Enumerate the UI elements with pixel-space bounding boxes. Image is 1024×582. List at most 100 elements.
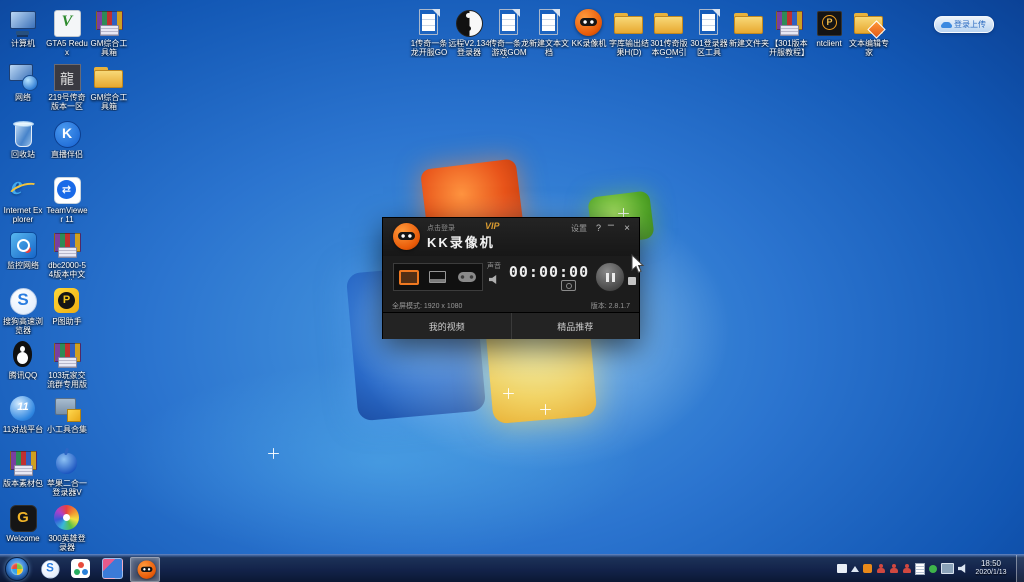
desktop-icon-sogou-browser[interactable]: 搜狗高速浏览器 [2, 286, 44, 335]
close-button[interactable]: × [624, 223, 630, 234]
screenshot-camera-button[interactable] [561, 280, 576, 291]
desktop-icon-computer[interactable]: 计算机 [2, 8, 44, 48]
volume-tray-icon[interactable] [958, 564, 968, 573]
desktop-icon-dbc2000-rar[interactable]: dbc2000-54版本中文汉化 [46, 230, 88, 280]
desktop-icon-legend-gom-1[interactable]: 1传奇一条龙开服GOM… [408, 8, 450, 58]
desktop-icon-gm-toolbox-folder[interactable]: GM综合工具箱 [88, 62, 130, 111]
taskbar-app-kk-recorder[interactable] [130, 557, 160, 582]
teamviewer-icon [50, 175, 84, 205]
icon-label: 苹果二合一登录器V [46, 479, 88, 497]
settings-button[interactable]: 设置 [571, 223, 587, 234]
icon-label: 腾讯QQ [2, 371, 44, 380]
desktop-icon-toolbox[interactable]: 小工具合集 [46, 394, 88, 434]
icon-label: 新建文本文档 [528, 39, 570, 57]
user-tray-icon[interactable] [889, 564, 898, 574]
system-tray [837, 555, 968, 582]
taskbar-app-game-lobby[interactable] [66, 557, 94, 580]
desktop-icon-legend-gom-2[interactable]: 传奇一条龙游戏GOM引… [488, 8, 530, 58]
version-label: 版本: 2.8.1.7 [591, 301, 630, 311]
desktop-icon-11-platform[interactable]: 11对战平台 [2, 394, 44, 434]
desktop-icon-103-group-rar[interactable]: 103玩家交流群专用版本 [46, 340, 88, 390]
user-tray-icon[interactable] [876, 564, 885, 574]
blue-apple-icon [50, 448, 84, 478]
fullscreen-mode-button[interactable] [394, 264, 423, 290]
recommend-button[interactable]: 精品推荐 [511, 313, 640, 339]
k-live-icon [50, 119, 84, 149]
desktop-icon-new-folder[interactable]: 新建文件夹 [728, 8, 770, 48]
icon-label: 文本编辑专家 [848, 39, 890, 57]
desktop-icon-text-editor-folder[interactable]: 文本编辑专家 [848, 8, 890, 57]
icon-label: 计算机 [2, 39, 44, 48]
desktop-icon-output-folder[interactable]: 字库输出结果H(D) [608, 8, 650, 57]
desktop-icon-gta5[interactable]: GTA5 Redux [46, 8, 88, 57]
desktop-icon-teamviewer[interactable]: TeamViewer 11 [46, 175, 88, 224]
help-button[interactable]: ? [596, 223, 601, 233]
minimize-button[interactable]: – [608, 219, 614, 231]
desktop-icon-live-assistant[interactable]: 直播伴侣 [46, 119, 88, 159]
desktop-icon-v2134-launcher[interactable]: 远程V2.134登录器 [448, 8, 490, 57]
show-desktop-button[interactable] [1016, 555, 1024, 582]
icon-label: GM综合工具箱 [88, 39, 130, 57]
desktop-icon-apple-launcher[interactable]: 苹果二合一登录器V [46, 448, 88, 497]
network-tray-icon[interactable] [941, 563, 954, 574]
recycle-bin-icon [6, 119, 40, 149]
icon-label: 监控网络 [2, 261, 44, 270]
record-pause-button[interactable] [595, 262, 625, 292]
desktop-icon-301-version-folder[interactable]: 301传奇版本GOM引擎 [648, 8, 690, 58]
document-tray-icon[interactable] [915, 563, 925, 575]
desktop-icon-network[interactable]: 网络 [2, 62, 44, 102]
bottom-tabs: 我的视频 精品推荐 [383, 312, 639, 339]
app-black-icon [812, 8, 846, 38]
paint-app-icon [102, 558, 123, 579]
icon-label: 219号传奇版本一区 [46, 93, 88, 111]
game-mode-button[interactable] [453, 264, 482, 290]
icon-label: 回收站 [2, 150, 44, 159]
taskbar-app-paint[interactable] [98, 557, 126, 580]
icon-label: 搜狗高速浏览器 [2, 317, 44, 335]
window-mode-button[interactable] [423, 264, 452, 290]
desktop-icon-tutorial-rar[interactable]: 【301版本开服教程】V… [768, 8, 810, 58]
window-titlebar[interactable]: 点击登录 VIP KK录像机 设置 ? – × [383, 218, 639, 256]
security-tray-icon[interactable] [863, 564, 872, 573]
desktop-icon-internet-explorer[interactable]: Internet Explorer [2, 175, 44, 224]
gamepad-icon [458, 272, 476, 282]
internet-explorer-icon [6, 175, 40, 205]
desktop-icon-qq[interactable]: 腾讯QQ [2, 340, 44, 380]
status-bar: 全屏模式: 1920 x 1080 版本: 2.8.1.7 [383, 298, 639, 312]
winrar-archive-icon [92, 8, 126, 38]
desktop-icon-new-text-doc[interactable]: 新建文本文档 [528, 8, 570, 57]
desktop-icon-kk-recorder[interactable]: KK录像机 [568, 8, 610, 48]
desktop-icon-material-rar[interactable]: 版本素材包 [2, 448, 44, 488]
desktop-icon-monitor-app[interactable]: 监控网络 [2, 230, 44, 270]
ime-icon[interactable] [837, 564, 847, 573]
speaker-icon[interactable] [489, 275, 499, 284]
upload-badge[interactable]: 登录上传 [934, 16, 994, 33]
desktop-icon-recycle-bin[interactable]: 回收站 [2, 119, 44, 159]
folder-icon [732, 8, 766, 38]
user-tray-icon[interactable] [902, 564, 911, 574]
sound-label: 声音 [485, 261, 503, 271]
taskbar-app-sogou[interactable] [34, 557, 62, 580]
desktop-icon-ntclient[interactable]: ntclient [808, 8, 850, 48]
desktop-icon-300-heroes[interactable]: 300英雄登录器 [46, 503, 88, 552]
icon-label: 直播伴侣 [46, 150, 88, 159]
stop-button[interactable] [628, 277, 636, 285]
vip-badge[interactable]: VIP [485, 221, 500, 231]
status-green-tray-icon[interactable] [929, 565, 937, 573]
desktop-icon-welcome[interactable]: Welcome [2, 503, 44, 543]
desktop-icon-p-app[interactable]: P图助手 [46, 286, 88, 326]
start-button[interactable] [5, 557, 29, 581]
winrar-archive-icon [50, 230, 84, 260]
winrar-archive-icon [6, 448, 40, 478]
my-videos-button[interactable]: 我的视频 [383, 313, 511, 339]
folder-icon [92, 62, 126, 92]
pause-icon [606, 273, 609, 282]
taskbar: 18:50 2020/1/13 [0, 554, 1024, 582]
desktop-icon-gm-toolbox-rar[interactable]: GM综合工具箱 [88, 8, 130, 57]
taskbar-clock[interactable]: 18:50 2020/1/13 [968, 559, 1014, 577]
text-file-icon [412, 8, 446, 38]
desktop-icon-301-tools[interactable]: 301登录器区工具 [688, 8, 730, 57]
desktop-icon-219-version[interactable]: 219号传奇版本一区 [46, 62, 88, 111]
icon-label: 字库输出结果H(D) [608, 39, 650, 57]
show-hidden-icons-arrow[interactable] [851, 566, 859, 572]
